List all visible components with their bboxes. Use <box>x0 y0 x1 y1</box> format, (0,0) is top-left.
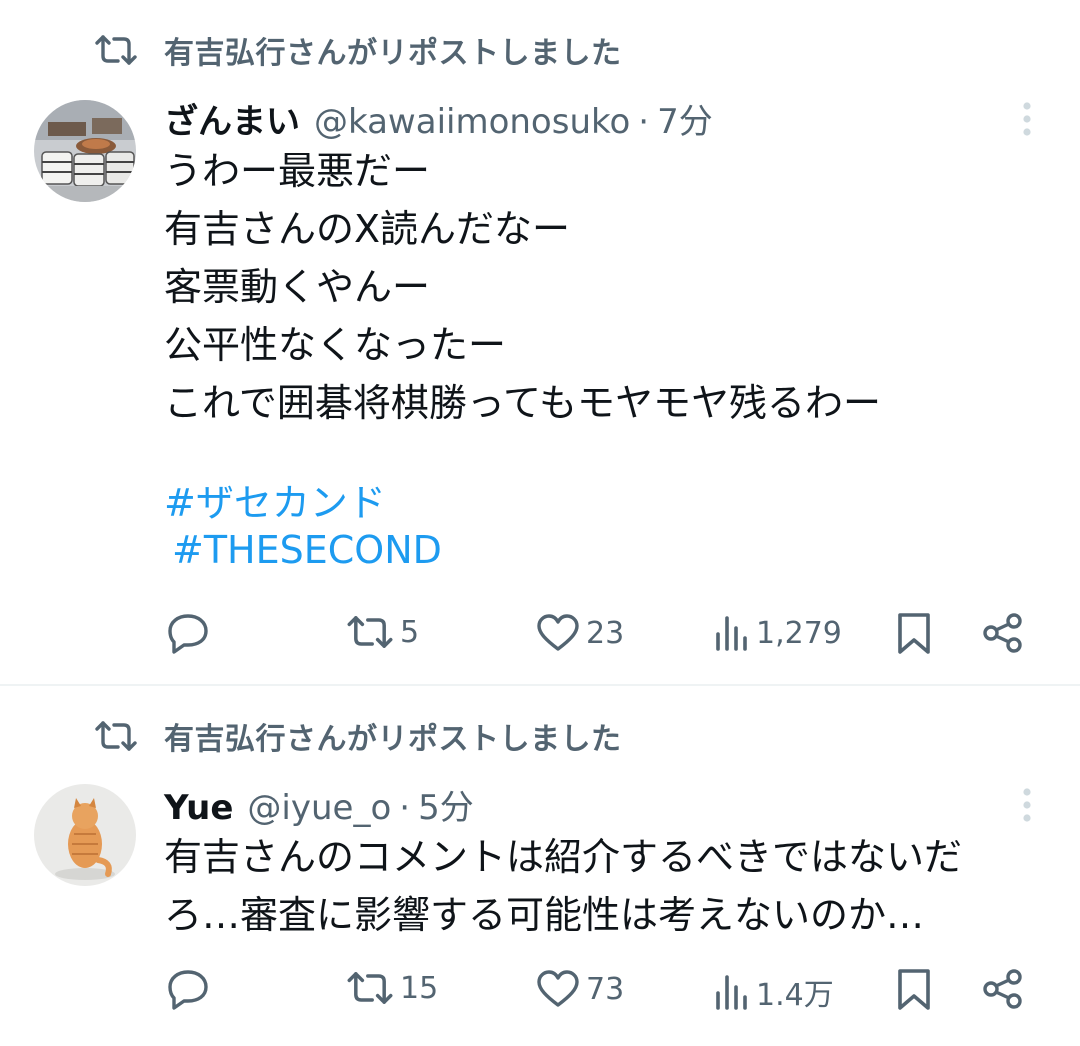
tweet-text-line: ろ…審査に影響する可能性は考えないのか… <box>164 893 925 937</box>
user-handle[interactable]: @kawaiimonosuko <box>314 102 630 142</box>
like-icon <box>537 970 579 1007</box>
share-icon <box>983 613 1022 653</box>
bookmark-button[interactable] <box>896 968 932 1012</box>
views-count: 1,279 <box>756 615 842 651</box>
views-icon <box>716 616 747 651</box>
share-button[interactable] <box>982 612 1024 654</box>
tweet-text: うわー最悪だー有吉さんのX読んだなー 客票動くやんー公平性なくなったーこれで囲碁将… <box>164 142 881 432</box>
repost-indicator: 有吉弘行さんがリポストしました <box>94 714 622 758</box>
hashtag-link[interactable]: #THESECOND <box>172 528 442 572</box>
like-button[interactable]: 23 <box>536 614 624 652</box>
separator: · <box>399 788 411 828</box>
avatar[interactable] <box>34 100 136 202</box>
avatar[interactable] <box>34 784 136 886</box>
avatar-image <box>34 100 136 202</box>
tweet-text-line: 有吉さんのX読んだなー <box>164 207 571 251</box>
hashtag-link[interactable]: #ザセカンド <box>164 472 386 527</box>
reply-icon <box>168 970 208 1010</box>
repost-count: 5 <box>400 614 420 650</box>
tweet-header: ざんまい @kawaiimonosuko · 7分 <box>164 94 713 144</box>
tweet-text-line: これで囲碁将棋勝ってもモヤモヤ残るわー <box>164 381 882 425</box>
bookmark-button[interactable] <box>896 612 932 656</box>
action-bar: 5 23 1,279 <box>0 608 1080 658</box>
more-icon[interactable] <box>1015 100 1039 140</box>
tweet[interactable]: 有吉弘行さんがリポストしました Yue @iyue_o · 5分 有吉さんのコメ… <box>0 686 1080 1046</box>
repost-icon <box>347 616 393 648</box>
tweet-text-line: 有吉さんのコメントは紹介するべきではないだ <box>164 835 963 879</box>
reply-button[interactable] <box>166 968 216 1010</box>
display-name[interactable]: ざんまい <box>164 94 300 143</box>
tweet[interactable]: 有吉弘行さんがリポストしました ざんまい @kawaiimonosuko · 7… <box>0 0 1080 684</box>
more-icon[interactable] <box>1015 786 1039 826</box>
timestamp[interactable]: 7分 <box>657 94 713 143</box>
share-button[interactable] <box>982 968 1024 1010</box>
repost-icon <box>95 35 137 65</box>
tweet-text-line: 客票動くやんー <box>164 265 431 309</box>
tweet-text: 有吉さんのコメントは紹介するべきではないだ ろ…審査に影響する可能性は考えないのか… <box>164 828 962 944</box>
repost-indicator: 有吉弘行さんがリポストしました <box>94 28 622 72</box>
views-button[interactable]: 1.4万 <box>714 970 834 1014</box>
share-icon <box>983 969 1022 1009</box>
display-name[interactable]: Yue <box>164 788 233 828</box>
action-bar: 15 73 1.4万 <box>0 966 1080 1016</box>
avatar-image <box>34 784 136 886</box>
repost-label[interactable]: 有吉弘行さんがリポストしました <box>164 714 622 758</box>
repost-label[interactable]: 有吉弘行さんがリポストしました <box>164 28 622 72</box>
repost-count: 15 <box>400 970 439 1006</box>
views-button[interactable]: 1,279 <box>714 614 842 652</box>
timeline-feed: 有吉弘行さんがリポストしました ざんまい @kawaiimonosuko · 7… <box>0 0 1080 1046</box>
tweet-text-line: うわー最悪だー <box>164 149 431 193</box>
bookmark-icon <box>898 969 930 1010</box>
like-count: 23 <box>586 615 625 651</box>
like-count: 73 <box>586 971 625 1007</box>
tweet-text-line: 公平性なくなったー <box>164 323 507 367</box>
repost-icon <box>347 972 393 1004</box>
bookmark-icon <box>898 613 930 654</box>
repost-button[interactable]: 5 <box>346 614 419 650</box>
like-button[interactable]: 73 <box>536 970 624 1008</box>
user-handle[interactable]: @iyue_o <box>247 788 391 828</box>
reply-icon <box>168 614 208 654</box>
tweet-header: Yue @iyue_o · 5分 <box>164 780 474 830</box>
repost-icon <box>95 721 137 751</box>
reply-button[interactable] <box>166 612 216 654</box>
views-icon <box>716 975 747 1010</box>
separator: · <box>638 102 650 142</box>
views-count: 1.4万 <box>756 978 834 1013</box>
repost-button[interactable]: 15 <box>346 970 438 1006</box>
timestamp[interactable]: 5分 <box>418 780 474 829</box>
like-icon <box>537 614 579 651</box>
